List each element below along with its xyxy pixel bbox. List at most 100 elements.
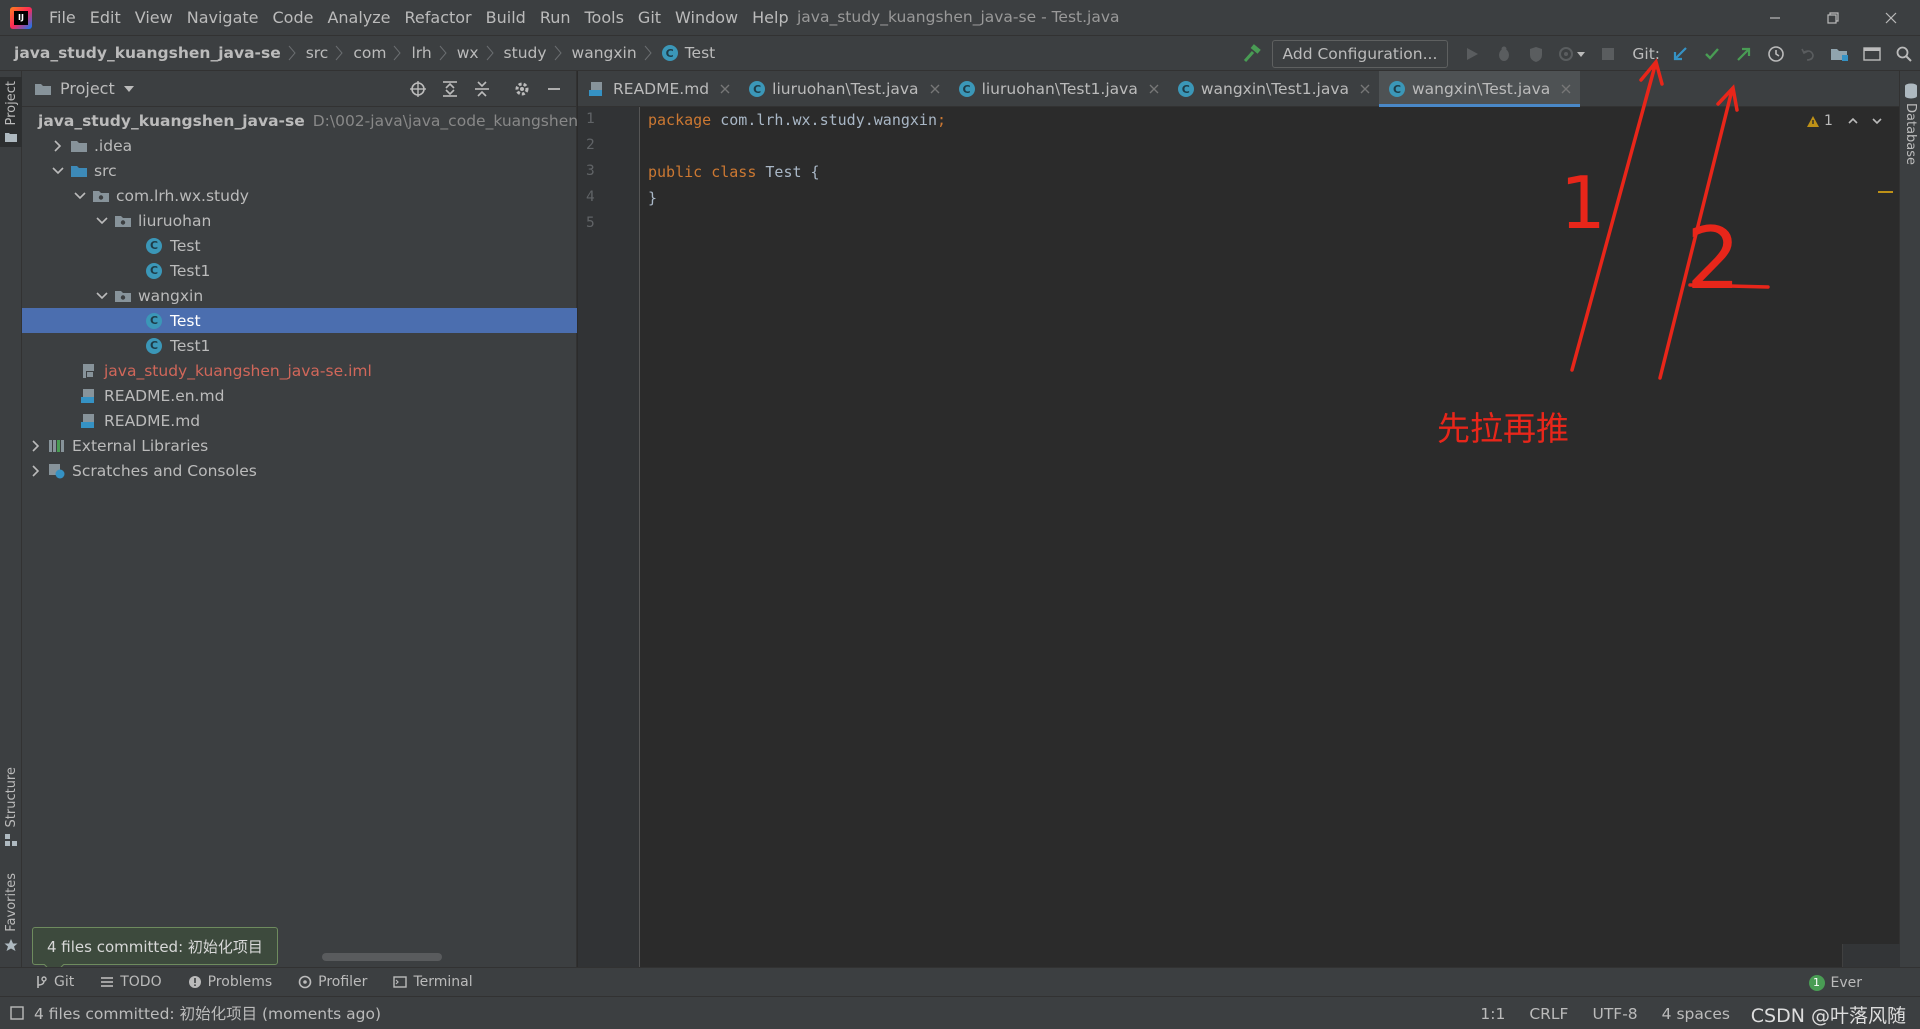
git-commit-button[interactable] — [1696, 36, 1728, 72]
close-icon[interactable] — [1148, 83, 1160, 95]
tree-item-scratches[interactable]: Scratches and Consoles — [22, 458, 577, 483]
chevron-down-icon[interactable] — [94, 213, 110, 229]
line-separator[interactable]: CRLF — [1529, 1005, 1568, 1023]
profile-button[interactable] — [1552, 36, 1592, 72]
database-tool-tab[interactable]: Database — [1900, 83, 1920, 165]
chevron-down-icon[interactable] — [123, 84, 135, 94]
presentation-button[interactable] — [1856, 36, 1888, 72]
breadcrumb-src[interactable]: src — [306, 44, 329, 62]
tree-item-wangxin-test[interactable]: C Test — [22, 308, 577, 333]
run-button[interactable] — [1456, 36, 1488, 72]
problems-tool-button[interactable]: Problems — [188, 974, 272, 990]
chevron-down-icon[interactable] — [50, 163, 66, 179]
tree-item-liuruohan-test1[interactable]: C Test1 — [22, 258, 577, 283]
search-everywhere-button[interactable] — [1888, 36, 1920, 72]
profiler-tool-button[interactable]: Profiler — [298, 974, 367, 990]
todo-tool-button[interactable]: TODO — [100, 974, 162, 990]
tab-wangxin-test[interactable]: C wangxin\Test.java — [1379, 71, 1581, 107]
menu-file[interactable]: File — [42, 0, 83, 35]
tree-item-package-root[interactable]: com.lrh.wx.study — [22, 183, 577, 208]
breadcrumb-wangxin[interactable]: wangxin — [572, 44, 637, 62]
indent-setting[interactable]: 4 spaces — [1662, 1005, 1730, 1023]
breadcrumb-study[interactable]: study — [504, 44, 547, 62]
tab-readme-md[interactable]: README.md — [578, 71, 739, 107]
panel-settings-button[interactable] — [506, 71, 538, 107]
event-log-button[interactable]: 1 Ever — [1808, 968, 1862, 997]
favorites-tool-tab[interactable]: Favorites — [0, 873, 22, 952]
git-push-button[interactable] — [1728, 36, 1760, 72]
tree-item-project-root[interactable]: java_study_kuangshen_java-se D:\002-java… — [22, 108, 577, 133]
build-button[interactable] — [1236, 36, 1268, 72]
close-icon[interactable] — [1359, 83, 1371, 95]
caret-position[interactable]: 1:1 — [1480, 1005, 1505, 1023]
tree-item-wangxin[interactable]: wangxin — [22, 283, 577, 308]
add-configuration-button[interactable]: Add Configuration... — [1271, 40, 1449, 68]
chevron-right-icon[interactable] — [28, 463, 44, 479]
close-window-button[interactable] — [1862, 0, 1920, 35]
tab-liuruohan-test1[interactable]: C liuruohan\Test1.java — [949, 71, 1168, 107]
tree-item-liuruohan-test[interactable]: C Test — [22, 233, 577, 258]
git-tool-button[interactable]: Git — [34, 974, 74, 990]
project-panel-title[interactable]: Project — [60, 79, 115, 98]
collapse-all-button[interactable] — [466, 71, 498, 107]
expand-all-button[interactable] — [434, 71, 466, 107]
breadcrumb-lrh[interactable]: lrh — [411, 44, 431, 62]
tree-item-wangxin-test1[interactable]: C Test1 — [22, 333, 577, 358]
tree-item-readme-en[interactable]: README.en.md — [22, 383, 577, 408]
tree-item-readme[interactable]: README.md — [22, 408, 577, 433]
status-message[interactable]: 4 files committed: 初始化项目 (moments ago) — [34, 1002, 381, 1024]
chevron-right-icon[interactable] — [50, 138, 66, 154]
menu-view[interactable]: View — [128, 0, 180, 35]
coverage-button[interactable] — [1520, 36, 1552, 72]
chevron-down-icon[interactable] — [72, 188, 88, 204]
project-structure-button[interactable] — [1824, 36, 1856, 72]
commit-notification-balloon[interactable]: 4 files committed: 初始化项目 — [32, 927, 278, 975]
menu-run[interactable]: Run — [533, 0, 578, 35]
chevron-up-icon[interactable] — [1847, 115, 1859, 127]
stop-button[interactable] — [1592, 36, 1624, 72]
tree-item-src[interactable]: src — [22, 158, 577, 183]
hide-panel-button[interactable] — [538, 71, 570, 107]
menu-window[interactable]: Window — [668, 0, 745, 35]
breadcrumb-com[interactable]: com — [353, 44, 386, 62]
tab-liuruohan-test[interactable]: C liuruohan\Test.java — [739, 71, 948, 107]
tree-item-liuruohan[interactable]: liuruohan — [22, 208, 577, 233]
terminal-tool-button[interactable]: Terminal — [393, 974, 473, 990]
chevron-down-icon[interactable] — [94, 288, 110, 304]
warning-marker[interactable] — [1878, 191, 1893, 193]
git-rollback-button[interactable] — [1792, 36, 1824, 72]
horizontal-scrollbar[interactable] — [322, 953, 442, 961]
tree-item-external-libraries[interactable]: External Libraries — [22, 433, 577, 458]
menu-build[interactable]: Build — [479, 0, 533, 35]
chevron-right-icon[interactable] — [28, 438, 44, 454]
select-opened-file-button[interactable] — [402, 71, 434, 107]
git-history-button[interactable] — [1760, 36, 1792, 72]
close-icon[interactable] — [719, 83, 731, 95]
minimize-button[interactable] — [1746, 0, 1804, 35]
structure-tool-tab[interactable]: Structure — [0, 767, 22, 847]
chevron-down-icon[interactable] — [1871, 115, 1883, 127]
tab-wangxin-test1[interactable]: C wangxin\Test1.java — [1168, 71, 1379, 107]
inspection-widget[interactable]: 1 — [1806, 113, 1896, 129]
git-update-button[interactable] — [1664, 36, 1696, 72]
breadcrumb-project[interactable]: java_study_kuangshen_java-se — [14, 44, 281, 62]
debug-button[interactable] — [1488, 36, 1520, 72]
menu-help[interactable]: Help — [745, 0, 795, 35]
menu-tools[interactable]: Tools — [578, 0, 631, 35]
menu-edit[interactable]: Edit — [83, 0, 128, 35]
file-encoding[interactable]: UTF-8 — [1592, 1005, 1637, 1023]
tree-item-iml[interactable]: java_study_kuangshen_java-se.iml — [22, 358, 577, 383]
menu-git[interactable]: Git — [631, 0, 668, 35]
menu-navigate[interactable]: Navigate — [180, 0, 266, 35]
menu-refactor[interactable]: Refactor — [398, 0, 479, 35]
code-editor[interactable]: package com.lrh.wx.study.wangxin; public… — [641, 107, 1846, 967]
project-tool-tab[interactable]: Project — [0, 77, 22, 148]
menu-analyze[interactable]: Analyze — [320, 0, 397, 35]
tree-item-idea[interactable]: .idea — [22, 133, 577, 158]
restore-button[interactable] — [1804, 0, 1862, 35]
breadcrumb-test[interactable]: Test — [685, 44, 716, 62]
breadcrumb-wx[interactable]: wx — [457, 44, 479, 62]
toggle-tool-windows-icon[interactable] — [10, 1006, 24, 1020]
close-icon[interactable] — [1560, 83, 1572, 95]
menu-code[interactable]: Code — [266, 0, 321, 35]
